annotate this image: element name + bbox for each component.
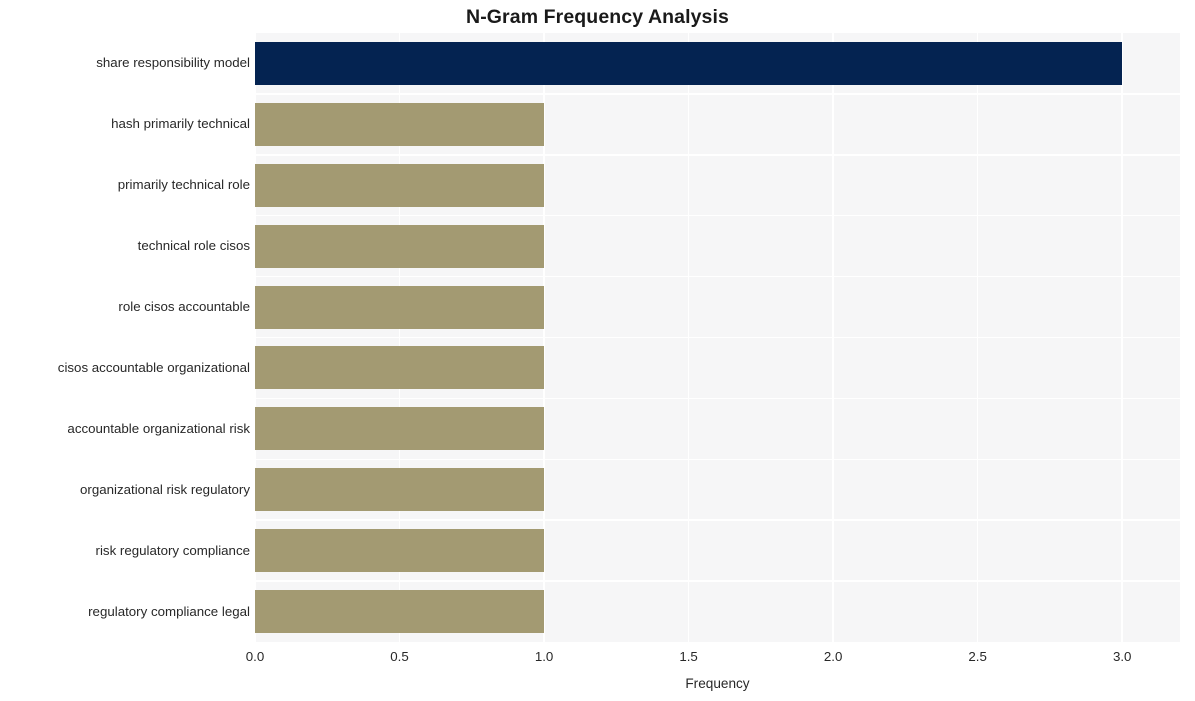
y-axis-tick-label: accountable organizational risk <box>67 420 250 436</box>
gridline-horizontal <box>255 397 1180 400</box>
bar <box>255 163 545 207</box>
gridline-horizontal <box>255 93 1180 95</box>
bar <box>255 529 545 573</box>
y-axis-tick-label: hash primarily technical <box>111 116 250 132</box>
x-axis-tick-label: 2.0 <box>823 649 843 664</box>
bar <box>255 224 545 268</box>
x-axis-tick-label: 1.5 <box>679 649 698 664</box>
bar <box>255 346 545 390</box>
gridline-horizontal <box>255 275 1180 278</box>
y-axis-tick-label: organizational risk regulatory <box>80 481 250 497</box>
bar <box>255 285 545 329</box>
x-axis-tick-label: 2.5 <box>968 649 987 664</box>
gridline-horizontal <box>255 458 1180 461</box>
gridline-horizontal <box>255 154 1180 156</box>
y-axis-tick-label: share responsibility model <box>96 55 250 71</box>
gridline-horizontal <box>255 336 1180 339</box>
x-axis-tick-label: 0.0 <box>245 649 265 664</box>
chart-figure: N-Gram Frequency Analysis share responsi… <box>0 0 1195 701</box>
y-axis-tick-label: technical role cisos <box>137 238 250 254</box>
gridline-horizontal <box>255 214 1180 217</box>
bar <box>255 102 545 146</box>
gridline-horizontal <box>255 519 1180 521</box>
y-axis-tick-label: role cisos accountable <box>118 299 250 315</box>
plot-area <box>255 33 1180 642</box>
chart-title: N-Gram Frequency Analysis <box>466 6 729 28</box>
x-axis-tick-label: 0.5 <box>390 649 409 664</box>
y-axis-tick-label: regulatory compliance legal <box>88 603 250 619</box>
y-axis-tick-label: cisos accountable organizational <box>57 359 250 375</box>
y-axis-tick-label: risk regulatory compliance <box>95 542 250 558</box>
y-axis-tick-label: primarily technical role <box>117 177 250 193</box>
x-axis-tick-label: 1.0 <box>534 649 554 664</box>
bar <box>255 468 545 512</box>
gridline-horizontal <box>255 580 1180 582</box>
bar <box>255 407 545 451</box>
bar <box>255 41 1123 85</box>
x-axis-tick-label: 3.0 <box>1112 649 1132 664</box>
bar <box>255 590 545 634</box>
x-axis-label: Frequency <box>685 676 750 691</box>
